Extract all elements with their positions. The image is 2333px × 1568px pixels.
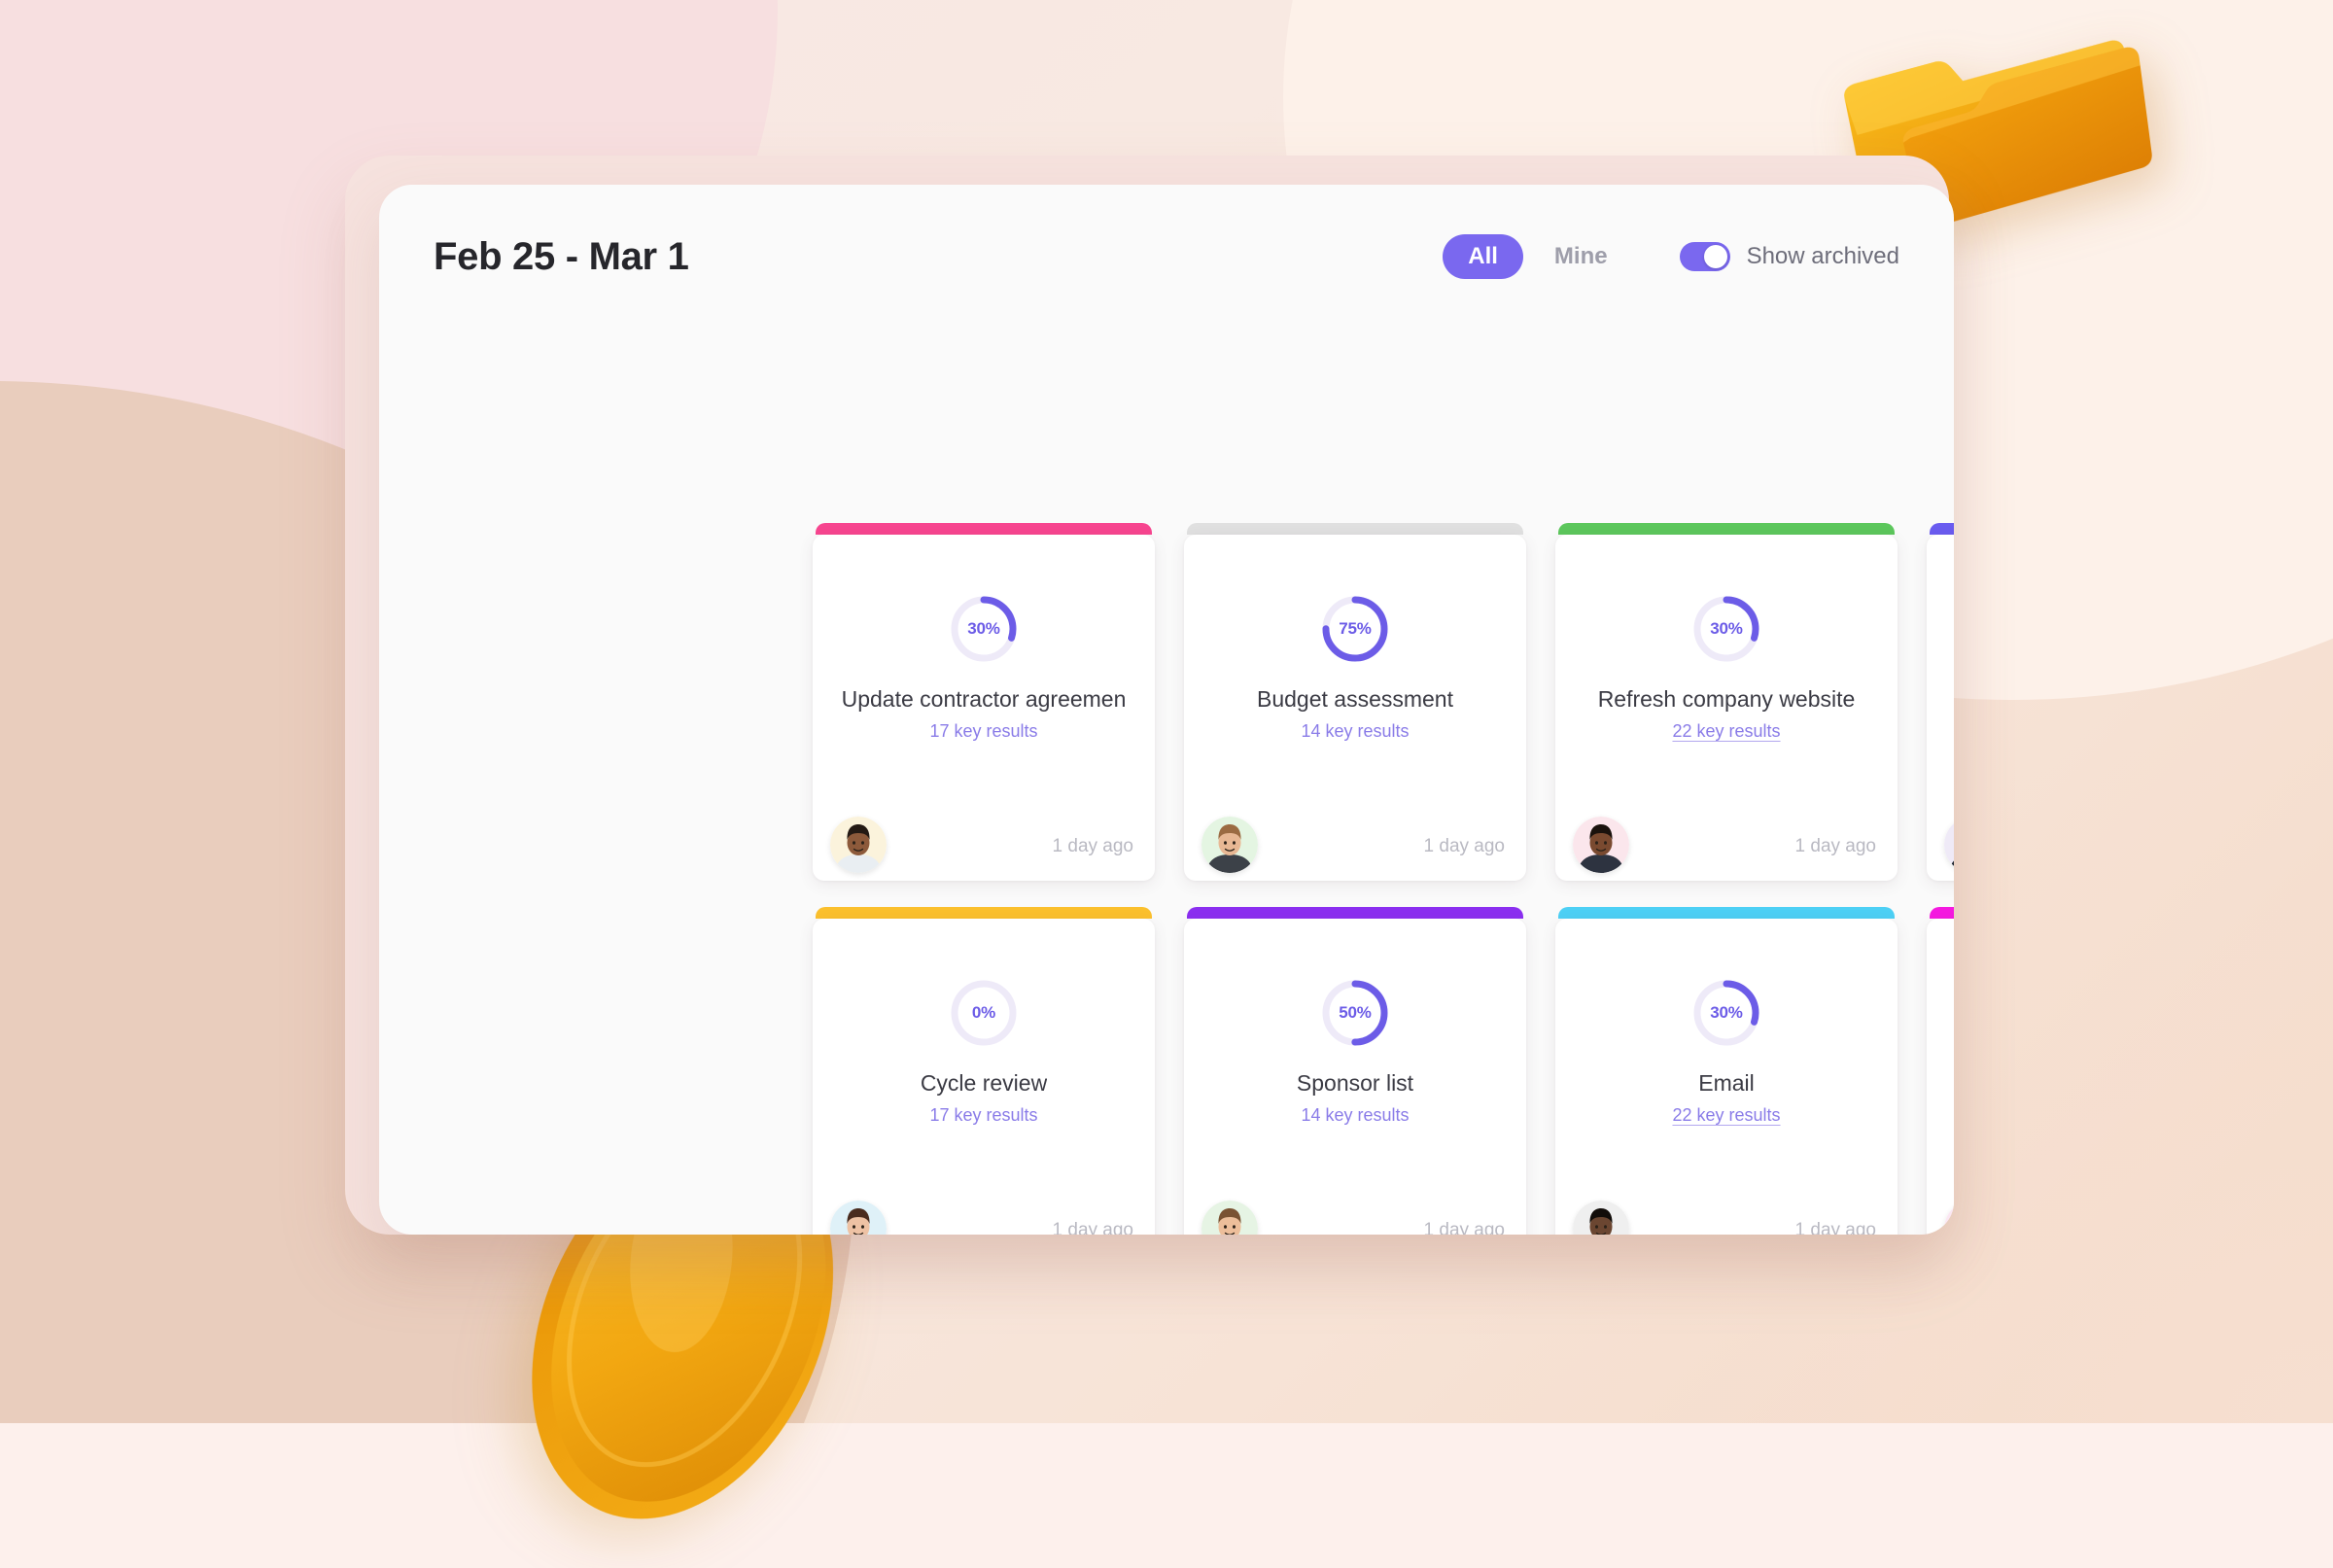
progress-ring-wrapper: 50% [1319,977,1391,1049]
card-key-results-link[interactable]: 14 key results [1301,721,1409,742]
card-owner-avatar[interactable] [830,817,887,873]
card-title: Update contractor agreemen [841,686,1127,712]
card-key-results-link[interactable]: 22 key results [1672,721,1780,742]
progress-ring-wrapper: 0% [948,977,1020,1049]
card-title: Email [1698,1070,1755,1096]
okr-card[interactable]: 0% Cycle review 17 key results 1 day ago [813,907,1155,1235]
okr-card[interactable]: 30% Email 22 key results 1 day ago [1555,907,1898,1235]
avatar-bearded-man [830,817,887,873]
card-key-results-link[interactable]: 14 key results [1301,1105,1409,1126]
okr-card[interactable]: 0% Annual Report 17 key results 1 day ag… [1927,907,1954,1235]
card-body: 30% Update contractor agreemen 17 key re… [813,535,1155,881]
card-footer: 1 day ago [1184,797,1526,881]
card-body: 0% Annual Report 17 key results 1 day ag… [1927,919,1954,1235]
card-timestamp: 1 day ago [1794,836,1876,856]
card-title: Refresh company website [1597,686,1856,712]
card-accent-bar [1558,523,1895,535]
card-accent-bar [1930,907,1954,919]
show-archived-group: Show archived [1679,242,1899,271]
filter-segmented-control: All Mine [1443,234,1632,279]
okr-card[interactable]: 30% Update contractor agreemen 17 key re… [813,523,1155,881]
progress-ring-wrapper: 30% [948,593,1020,665]
card-owner-avatar[interactable] [1201,817,1258,873]
filter-tab-all[interactable]: All [1443,234,1523,279]
card-owner-avatar[interactable] [1573,1201,1629,1235]
panel-header: Feb 25 - Mar 1 All Mine Show archived [434,226,1899,288]
card-footer: 1 day ago [1927,797,1954,881]
progress-ring-wrapper: 75% [1319,593,1391,665]
card-key-results-link[interactable]: 17 key results [929,1105,1037,1126]
card-title: Budget assessment [1256,686,1453,712]
card-timestamp: 1 day ago [1423,836,1505,856]
progress-percent-label: 75% [1339,619,1372,638]
card-owner-avatar[interactable] [1573,817,1629,873]
card-footer: 1 day ago [1555,797,1898,881]
card-accent-bar [1187,907,1523,919]
card-timestamp: 1 day ago [1423,1220,1505,1235]
avatar-long-hair-woman [830,1201,887,1235]
card-footer: 1 day ago [1184,1181,1526,1235]
card-footer: 1 day ago [1927,1181,1954,1235]
card-timestamp: 1 day ago [1794,1220,1876,1235]
card-footer: 1 day ago [813,797,1155,881]
card-title: Sponsor list [1296,1070,1414,1096]
card-key-results-link[interactable]: 17 key results [929,721,1037,742]
progress-percent-label: 0% [971,1003,996,1022]
progress-percent-label: 30% [1710,619,1743,638]
card-key-results-link[interactable]: 22 key results [1672,1105,1780,1126]
card-title: Cycle review [920,1070,1048,1096]
show-archived-label: Show archived [1746,243,1899,269]
card-timestamp: 1 day ago [1052,836,1133,856]
progress-ring-wrapper: 30% [1690,593,1762,665]
card-accent-bar [1558,907,1895,919]
progress-percent-label: 50% [1339,1003,1372,1022]
card-body: 0% Cycle review 17 key results 1 day ago [813,919,1155,1235]
avatar-man-stubble [1944,817,1954,873]
avatar-smiling-woman [1201,817,1258,873]
card-accent-bar [816,523,1152,535]
page-title: Feb 25 - Mar 1 [434,234,689,278]
card-footer: 1 day ago [1555,1181,1898,1235]
card-owner-avatar[interactable] [1944,1201,1954,1235]
card-accent-bar [1187,523,1523,535]
progress-percent-label: 30% [1710,1003,1743,1022]
okr-dashboard-panel: Feb 25 - Mar 1 All Mine Show archived 30… [379,185,1954,1235]
card-timestamp: 1 day ago [1052,1220,1133,1235]
card-owner-avatar[interactable] [1201,1201,1258,1235]
header-controls: All Mine Show archived [1443,234,1899,279]
progress-ring-wrapper: 30% [1690,977,1762,1049]
card-footer: 1 day ago [813,1181,1155,1235]
show-archived-toggle[interactable] [1679,242,1730,271]
okr-card[interactable]: 75% Budget assessment 14 key results 1 d… [1184,523,1526,881]
okr-card[interactable]: 100% Marketing tasks 17 key results 1 da… [1927,523,1954,881]
avatar-woman-beanie [1944,1201,1954,1235]
card-accent-bar [816,907,1152,919]
card-body: 50% Sponsor list 14 key results 1 day ag… [1184,919,1526,1235]
progress-percent-label: 30% [967,619,1000,638]
okr-cards-grid: 30% Update contractor agreemen 17 key re… [813,523,1954,1235]
filter-tab-mine[interactable]: Mine [1529,234,1633,279]
card-accent-bar [1930,523,1954,535]
card-body: 30% Refresh company website 22 key resul… [1555,535,1898,881]
card-body: 100% Marketing tasks 17 key results 1 da… [1927,535,1954,881]
card-owner-avatar[interactable] [830,1201,887,1235]
card-body: 75% Budget assessment 14 key results 1 d… [1184,535,1526,881]
okr-card[interactable]: 50% Sponsor list 14 key results 1 day ag… [1184,907,1526,1235]
avatar-short-hair-man [1201,1201,1258,1235]
okr-card[interactable]: 30% Refresh company website 22 key resul… [1555,523,1898,881]
avatar-afro-man [1573,817,1629,873]
card-body: 30% Email 22 key results 1 day ago [1555,919,1898,1235]
avatar-woman-glasses [1573,1201,1629,1235]
card-owner-avatar[interactable] [1944,817,1954,873]
